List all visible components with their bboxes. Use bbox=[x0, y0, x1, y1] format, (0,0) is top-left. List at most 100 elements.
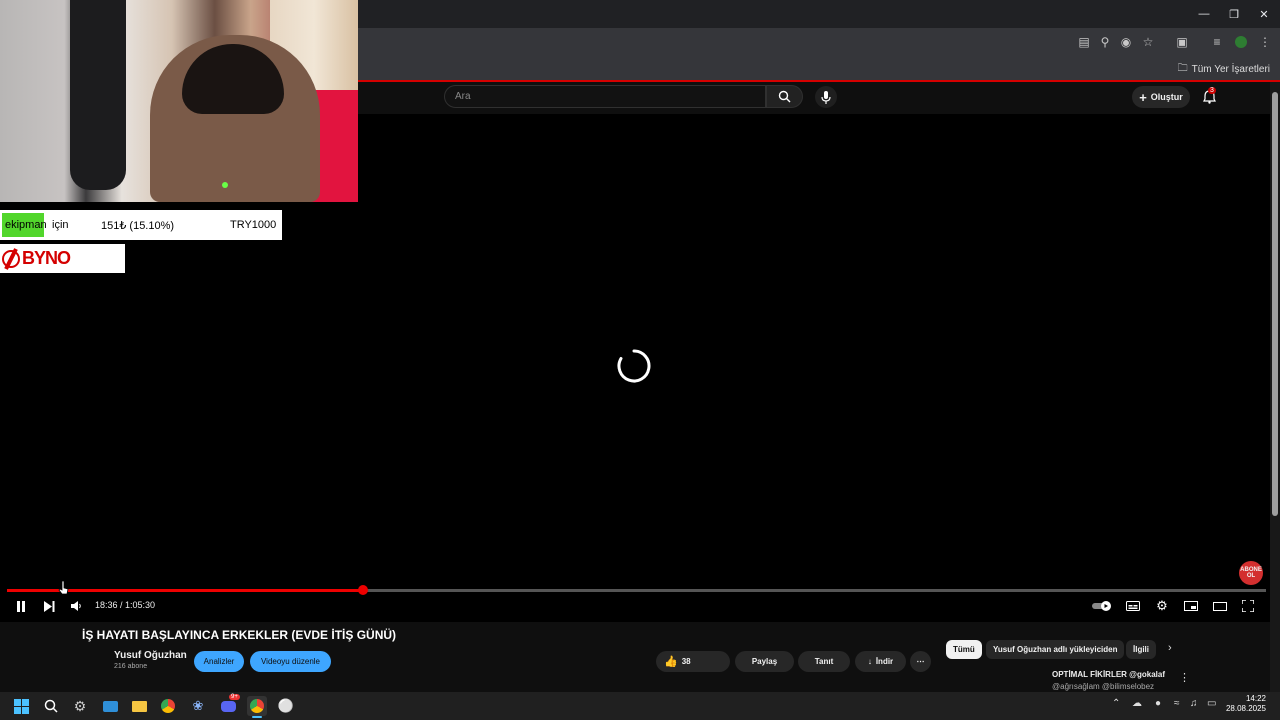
volume-icon bbox=[70, 601, 81, 611]
search-placeholder: Ara bbox=[455, 91, 471, 102]
onedrive-icon[interactable]: ☁ bbox=[1132, 698, 1142, 709]
pause-button[interactable] bbox=[13, 598, 29, 614]
tray-mic-icon[interactable]: ● bbox=[1155, 698, 1161, 709]
close-icon[interactable]: ✕ bbox=[1249, 0, 1279, 28]
windows-logo-icon bbox=[13, 698, 29, 714]
loading-spinner-icon bbox=[617, 349, 651, 383]
chip-from-uploader[interactable]: Yusuf Oğuzhan adlı yükleyiciden bbox=[986, 640, 1125, 659]
install-app-icon[interactable]: ▤ bbox=[1075, 33, 1093, 51]
theater-mode-button[interactable] bbox=[1212, 598, 1228, 614]
subscriber-count: 216 abone bbox=[114, 663, 148, 670]
taskbar-app-icon[interactable]: ❀ bbox=[188, 696, 208, 716]
star-icon[interactable]: ☆ bbox=[1139, 33, 1157, 51]
like-count: 38 bbox=[681, 657, 691, 666]
analytics-button[interactable]: Analizler bbox=[194, 651, 244, 672]
chips-next-icon[interactable]: › bbox=[1168, 642, 1172, 654]
more-actions-button[interactable]: ⋯ bbox=[910, 651, 931, 672]
donation-goal-word: ekipman bbox=[5, 219, 47, 231]
minimize-icon[interactable]: — bbox=[1189, 0, 1219, 28]
clock-date: 28.08.2025 bbox=[1225, 704, 1266, 713]
more-icon: ⋯ bbox=[916, 657, 925, 666]
chrome-icon[interactable] bbox=[158, 696, 178, 716]
settings-button[interactable]: ⚙ bbox=[1154, 598, 1170, 614]
autoplay-toggle[interactable] bbox=[1091, 598, 1115, 614]
all-bookmarks-button[interactable]: 🗀 Tüm Yer İşaretleri bbox=[1178, 61, 1270, 78]
thumbs-up-icon: 👍 bbox=[664, 656, 678, 668]
create-label: Oluştur bbox=[1150, 92, 1183, 102]
volume-button[interactable] bbox=[68, 598, 84, 614]
speaker-icon[interactable]: ♫ bbox=[1190, 698, 1198, 709]
search-button[interactable] bbox=[766, 85, 803, 108]
microphone-icon bbox=[821, 90, 831, 104]
clock-time: 14:22 bbox=[1245, 694, 1266, 703]
sponsor-logo-text: BYNO bbox=[22, 248, 71, 268]
webcam-overlay bbox=[0, 0, 358, 202]
discord-badge: 9+ bbox=[229, 694, 240, 700]
donation-goal-target: TRY1000 bbox=[230, 219, 277, 231]
miniplayer-button[interactable] bbox=[1183, 598, 1199, 614]
subscribe-watermark[interactable]: ABONE OL bbox=[1239, 561, 1263, 585]
eye-off-icon[interactable]: ◉ bbox=[1117, 33, 1135, 51]
chrome-active-icon[interactable] bbox=[247, 696, 267, 716]
time-display: 18:36 / 1:05:30 bbox=[95, 600, 156, 610]
battery-icon[interactable]: ▭ bbox=[1207, 698, 1216, 709]
download-label: İndir bbox=[875, 657, 894, 666]
promote-label: Tanıt bbox=[814, 657, 834, 666]
browser-menu-icon[interactable]: ⋮ bbox=[1256, 33, 1274, 51]
pause-icon bbox=[17, 600, 25, 612]
recommended-more-icon[interactable]: ⋮ bbox=[1179, 671, 1190, 684]
taskbar-clock[interactable]: 14:22 28.08.2025 bbox=[1226, 694, 1266, 714]
share-label: Paylaş bbox=[751, 657, 778, 666]
theater-icon bbox=[1213, 601, 1227, 611]
sponsor-logo: BYNO bbox=[0, 244, 125, 273]
video-title: İŞ HAYATI BAŞLAYINCA ERKEKLER (EVDE İTİŞ… bbox=[82, 628, 397, 642]
chip-related[interactable]: İlgili bbox=[1126, 640, 1156, 659]
taskbar-search-icon[interactable] bbox=[41, 696, 61, 716]
download-button[interactable]: ↓ İndir bbox=[855, 651, 906, 672]
taskbar-settings-icon[interactable]: ⚙ bbox=[70, 696, 90, 716]
notification-badge: 3 bbox=[1208, 87, 1216, 94]
channel-name[interactable]: Yusuf Oğuzhan bbox=[114, 650, 187, 661]
wifi-icon[interactable]: ≈ bbox=[1174, 698, 1180, 709]
taskbar-desktop-app-icon[interactable] bbox=[100, 696, 120, 716]
download-icon: ↓ bbox=[867, 657, 872, 666]
donation-goal-for: için bbox=[52, 219, 69, 231]
next-icon bbox=[43, 600, 54, 612]
extensions-icon[interactable]: ▣ bbox=[1173, 33, 1191, 51]
restore-icon[interactable]: ❐ bbox=[1219, 0, 1249, 28]
folder-icon: 🗀 bbox=[1177, 63, 1188, 74]
promote-button[interactable]: Tanıt bbox=[798, 651, 850, 672]
subtitles-icon bbox=[1126, 601, 1140, 611]
donation-amount: 151₺ (15.10%) bbox=[101, 220, 175, 232]
start-button[interactable] bbox=[11, 696, 31, 716]
scrollbar-thumb[interactable] bbox=[1272, 92, 1278, 516]
zoom-icon[interactable]: ⚲ bbox=[1096, 33, 1114, 51]
mouse-cursor-icon bbox=[58, 580, 69, 595]
share-button[interactable]: Paylaş bbox=[735, 651, 794, 672]
media-control-icon[interactable]: ≡ bbox=[1208, 33, 1226, 51]
subtitles-button[interactable] bbox=[1125, 598, 1141, 614]
progress-scrubber[interactable] bbox=[358, 585, 368, 595]
autoplay-icon bbox=[1092, 601, 1111, 611]
next-button[interactable] bbox=[41, 598, 57, 614]
profile-avatar[interactable] bbox=[1232, 33, 1250, 51]
all-bookmarks-label: Tüm Yer İşaretleri bbox=[1191, 64, 1270, 75]
file-explorer-icon[interactable] bbox=[129, 696, 149, 716]
recommended-video-subtitle: @ağrısağlam @bilimselobez bbox=[1052, 682, 1155, 691]
search-icon bbox=[778, 90, 791, 103]
plus-icon: + bbox=[1139, 89, 1147, 105]
like-button[interactable]: 👍 38 bbox=[656, 651, 730, 672]
create-button[interactable]: + Oluştur bbox=[1132, 86, 1190, 108]
voice-search-button[interactable] bbox=[815, 86, 837, 108]
gear-icon: ⚙ bbox=[1156, 598, 1168, 613]
chip-all[interactable]: Tümü bbox=[946, 640, 982, 659]
recommended-video-title[interactable]: OPTİMAL FİKİRLER @gokalaf bbox=[1052, 670, 1165, 679]
fullscreen-button[interactable] bbox=[1240, 598, 1256, 614]
logo-slash-icon bbox=[2, 248, 20, 270]
tray-overflow-icon[interactable]: ⌃ bbox=[1112, 698, 1120, 709]
search-input[interactable]: Ara bbox=[444, 85, 766, 108]
donation-goal-widget: ekipman için 151₺ (15.10%) TRY1000 bbox=[0, 210, 282, 240]
fullscreen-icon bbox=[1242, 600, 1254, 612]
edit-video-button[interactable]: Videoyu düzenle bbox=[250, 651, 331, 672]
taskbar-capture-icon[interactable]: ⚪ bbox=[276, 696, 296, 716]
